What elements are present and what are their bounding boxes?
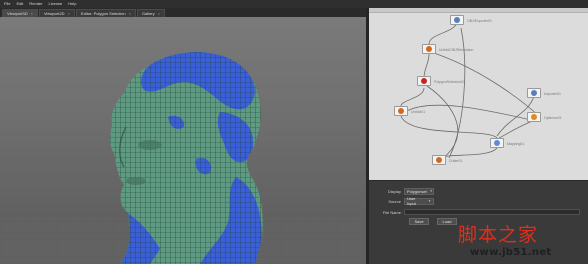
- menu-help[interactable]: Help: [68, 0, 76, 8]
- close-icon[interactable]: ×: [68, 11, 70, 16]
- close-icon[interactable]: ×: [31, 11, 33, 16]
- display-row: Display Polygonset ▼: [369, 187, 434, 195]
- node-label: Optimize01: [544, 116, 562, 120]
- node-graph-panel[interactable]: OBJ/Exporter01 Unfold/OBJRelaxation Poly…: [369, 8, 588, 180]
- tab-label: Editor: Polygon Selection: [80, 11, 126, 16]
- node-label: OBJ/Exporter01: [467, 19, 492, 23]
- node-polygon-selection[interactable]: [417, 76, 431, 86]
- source-row: Source User Input ▼: [369, 196, 434, 206]
- filename-input[interactable]: [404, 209, 580, 215]
- node-label: Importer01: [544, 92, 561, 96]
- menu-render[interactable]: Render: [29, 0, 42, 8]
- menu-file[interactable]: File: [4, 0, 10, 8]
- menu-edit[interactable]: Edit: [16, 0, 23, 8]
- tab-label: Viewport2D: [43, 11, 65, 16]
- node-optimize[interactable]: [527, 112, 541, 122]
- display-value: Polygonset: [407, 188, 427, 194]
- tab-label: Gallery: [141, 11, 155, 16]
- node-label: Mapping01: [507, 142, 525, 146]
- tab-gallery[interactable]: Gallery ×: [136, 9, 165, 17]
- tab-label: Viewport3D: [7, 11, 28, 16]
- save-button[interactable]: Save: [409, 218, 429, 225]
- mapping-icon: [494, 140, 500, 146]
- tab-editor-polygon-selection[interactable]: Editor: Polygon Selection ×: [75, 9, 136, 17]
- source-select[interactable]: User Input ▼: [404, 196, 434, 206]
- close-icon[interactable]: ×: [129, 11, 131, 16]
- node-importer[interactable]: [527, 88, 541, 98]
- source-value: User Input: [407, 196, 416, 206]
- unfold-icon: [398, 108, 404, 114]
- node-label: PolygonSelection01: [434, 80, 465, 84]
- import-icon: [531, 90, 537, 96]
- chevron-down-icon: ▼: [428, 199, 431, 203]
- node-mapping[interactable]: [490, 138, 504, 148]
- export-icon: [454, 17, 460, 23]
- head-mesh-render: [0, 52, 366, 264]
- watermark-title: 脚本之家: [458, 224, 539, 246]
- tab-viewport2d[interactable]: Viewport2D ×: [38, 9, 75, 17]
- source-label: Source: [388, 198, 401, 204]
- chevron-down-icon: ▼: [429, 189, 433, 193]
- load-button[interactable]: Load: [437, 218, 457, 225]
- node-obj-exporter[interactable]: [450, 15, 464, 25]
- tab-bar: Viewport3D × Viewport2D × Editor: Polygo…: [0, 8, 366, 17]
- menu-bar: File Edit Render License Help: [0, 0, 588, 8]
- cutter-icon: [436, 157, 442, 163]
- filename-row: File Name: [369, 208, 580, 216]
- node-label: Cutter01: [449, 159, 463, 163]
- viewport-3d[interactable]: [0, 17, 366, 264]
- optimize-icon: [531, 114, 537, 120]
- filename-label: File Name: [382, 209, 401, 215]
- relax-icon: [426, 46, 432, 52]
- node-unfold[interactable]: [394, 106, 408, 116]
- node-cutter[interactable]: [432, 155, 446, 165]
- display-select[interactable]: Polygonset ▼: [404, 187, 434, 195]
- forbidden-icon: [421, 78, 427, 84]
- node-label: Unfold/OBJRelaxation: [439, 48, 474, 52]
- close-icon[interactable]: ×: [158, 11, 160, 16]
- tab-viewport3d[interactable]: Viewport3D ×: [2, 9, 38, 17]
- watermark-url: www.jb51.net: [470, 247, 552, 258]
- menu-license[interactable]: License: [48, 0, 62, 8]
- node-label: Unfold01: [411, 110, 426, 114]
- display-label: Display: [387, 188, 401, 194]
- node-unfold-relaxation[interactable]: [422, 44, 436, 54]
